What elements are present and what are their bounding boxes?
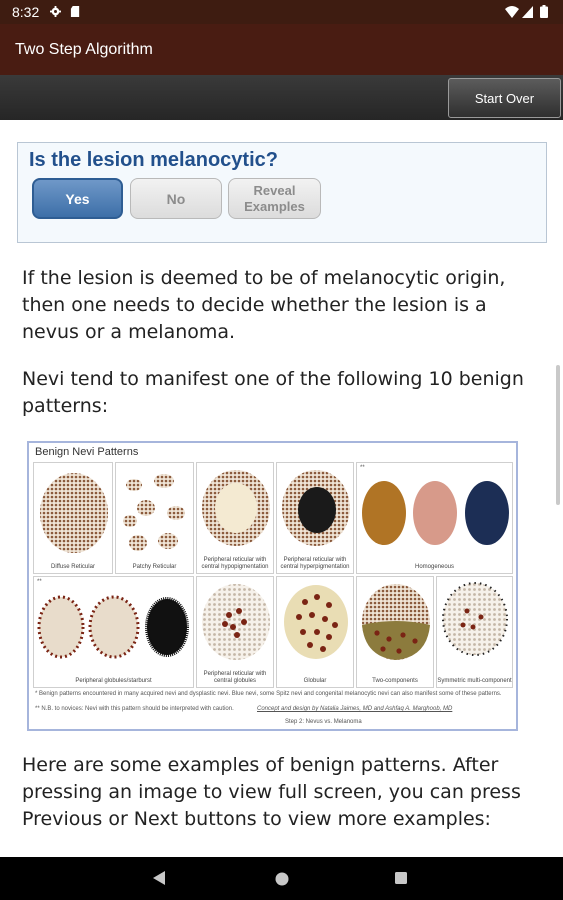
symmetric-multi-component-image <box>442 582 508 656</box>
app-bar: Two Step Algorithm <box>0 24 563 75</box>
reveal-examples-button[interactable]: Reveal Examples <box>228 178 321 219</box>
question-text: Is the lesion melanocytic? <box>29 149 278 171</box>
caption-globular: Globular <box>303 678 327 684</box>
globular-image <box>284 585 348 659</box>
navigation-bar <box>0 857 563 900</box>
caption-symmetric-multi-component: Symmetric multi-component <box>437 678 512 684</box>
caption-patchy-reticular: Patchy Reticular <box>132 564 177 570</box>
no-button[interactable]: No <box>130 178 222 219</box>
pattern-peripheral-reticular-central-globules: Peripheral reticular with central globul… <box>196 576 274 688</box>
central-hyperpigmentation-image <box>282 470 350 546</box>
toolbar: Start Over <box>0 75 563 120</box>
caption-peripheral-globules-starburst: Peripheral globules/starburst <box>75 678 152 684</box>
wifi-icon <box>505 6 519 18</box>
figure-step-label: Step 2: Nevus vs. Melanoma <box>285 719 362 725</box>
peripheral-reticular-central-globules-image <box>202 584 270 660</box>
figure-credit: Concept and design by Natalia Jaimes, MD… <box>257 706 453 712</box>
recents-square-icon[interactable] <box>394 871 408 885</box>
pattern-peripheral-globules-starburst: ** Peripheral globules/starburst <box>33 576 194 688</box>
caption-peripheral-reticular-central-globules: Peripheral reticular with central globul… <box>203 671 267 684</box>
status-time: 8:32 <box>12 4 40 20</box>
app-title: Two Step Algorithm <box>15 41 153 58</box>
caption-two-components: Two-components <box>372 678 418 684</box>
settings-gear-icon <box>50 6 61 17</box>
pattern-homogeneous: ** Homogeneous <box>356 462 513 574</box>
homogeneous-image <box>362 481 509 545</box>
status-bar: 8:32 <box>0 0 563 24</box>
diffuse-reticular-image <box>40 473 108 553</box>
pattern-central-hyperpigmentation: Peripheral reticular with central hyperp… <box>276 462 354 574</box>
paragraph-benign-patterns: Nevi tend to manifest one of the followi… <box>22 368 524 417</box>
main-content[interactable]: Is the lesion melanocytic? Yes No Reveal… <box>0 120 563 857</box>
yes-button[interactable]: Yes <box>32 178 123 219</box>
pattern-central-hypopigmentation: Peripheral reticular with central hypopi… <box>196 462 274 574</box>
sd-card-icon <box>70 6 80 17</box>
paragraph-examples-instructions: Here are some examples of benign pattern… <box>22 754 521 830</box>
paragraph-melanocytic-origin: If the lesion is deemed to be of melanoc… <box>22 267 506 343</box>
scrollbar[interactable] <box>556 365 560 505</box>
start-over-button[interactable]: Start Over <box>448 78 561 118</box>
caption-central-hypopigmentation: Peripheral reticular with central hypopi… <box>201 557 269 570</box>
pattern-globular: Globular <box>276 576 354 688</box>
patchy-reticular-image <box>123 474 185 551</box>
caption-homogeneous: Homogeneous <box>414 564 455 570</box>
question-box: Is the lesion melanocytic? Yes No Reveal… <box>17 142 547 243</box>
benign-nevi-patterns-figure[interactable]: Benign Nevi Patterns Diffuse Reticular P… <box>27 441 518 731</box>
pattern-diffuse-reticular: Diffuse Reticular <box>33 462 113 574</box>
peripheral-globules-marker: ** <box>37 579 42 585</box>
home-circle-icon[interactable] <box>274 871 290 887</box>
figure-title: Benign Nevi Patterns <box>35 446 139 458</box>
two-components-image <box>362 584 430 660</box>
central-hypopigmentation-image <box>202 470 270 546</box>
cellular-signal-icon <box>522 6 533 18</box>
pattern-symmetric-multi-component: Symmetric multi-component <box>436 576 513 688</box>
caption-central-hyperpigmentation: Peripheral reticular with central hyperp… <box>280 557 350 570</box>
pattern-two-components: Two-components <box>356 576 434 688</box>
battery-icon <box>540 5 548 18</box>
back-triangle-icon[interactable] <box>152 870 166 886</box>
pattern-patchy-reticular: Patchy Reticular <box>115 462 194 574</box>
peripheral-globules-starburst-image <box>37 595 189 659</box>
homogeneous-marker: ** <box>360 465 365 471</box>
figure-footnote-1: * Benign patterns encountered in many ac… <box>35 691 502 697</box>
caption-diffuse-reticular: Diffuse Reticular <box>51 564 95 570</box>
